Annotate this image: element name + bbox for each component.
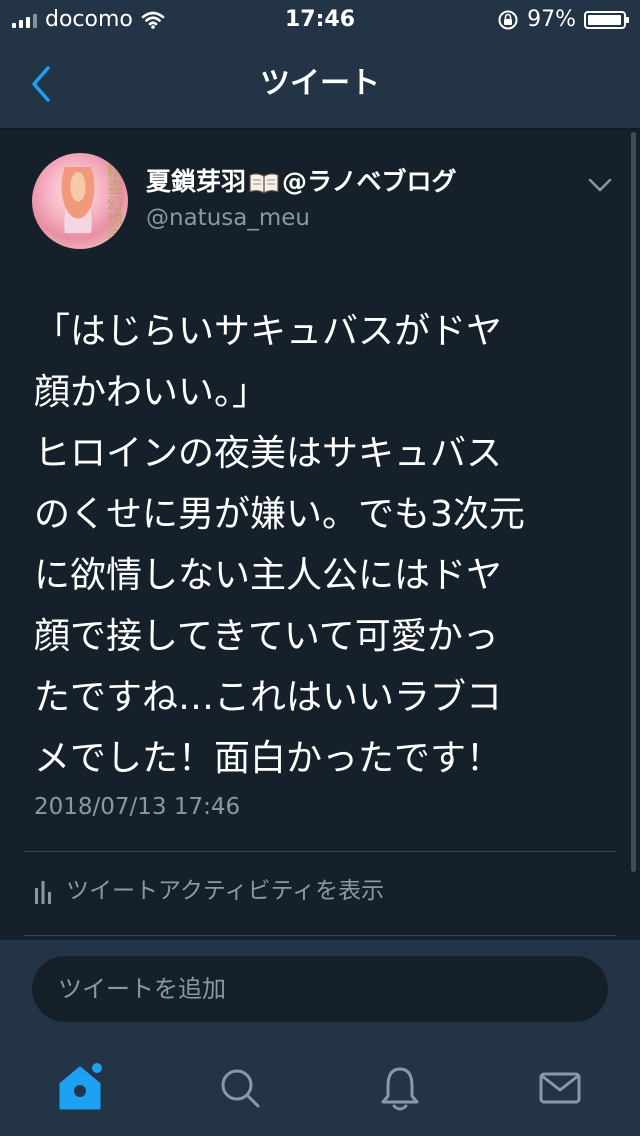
tweet-activity-label: ツイートアクティビティを表示 bbox=[66, 878, 385, 904]
author-handle[interactable]: @natusa_meu bbox=[146, 204, 310, 232]
rotation-lock-icon bbox=[498, 10, 518, 30]
tab-search[interactable] bbox=[210, 1058, 270, 1118]
divider bbox=[24, 935, 616, 936]
divider bbox=[24, 851, 616, 852]
search-icon bbox=[221, 1069, 260, 1108]
tab-bar bbox=[0, 1040, 640, 1136]
bar-chart-icon bbox=[35, 881, 51, 904]
reply-input[interactable] bbox=[32, 956, 608, 1022]
avatar-lettering: 精霊幻想学 bbox=[104, 163, 123, 243]
status-right: 97% bbox=[497, 7, 629, 33]
bell-icon bbox=[381, 1067, 419, 1111]
tweet-text: 「はじらいサキュバスがドヤ 顔かわいい。」 ヒロインの夜美はサキュバス のくせに… bbox=[34, 311, 525, 779]
tab-messages[interactable] bbox=[530, 1058, 590, 1118]
avatar-character bbox=[54, 167, 102, 233]
avatar[interactable]: 精霊幻想学 bbox=[32, 153, 128, 249]
home-icon bbox=[59, 1063, 102, 1110]
battery-icon bbox=[584, 11, 629, 29]
envelope-icon bbox=[539, 1072, 581, 1104]
battery-percent: 97% bbox=[527, 7, 576, 32]
status-bar: docomo 17:46 97% bbox=[0, 0, 640, 40]
open-book-icon bbox=[249, 171, 279, 194]
tweet-activity-link[interactable]: ツイートアクティビティを表示 bbox=[34, 877, 384, 905]
author-name-prefix: 夏鎖芽羽 bbox=[146, 167, 247, 196]
scrollbar[interactable] bbox=[631, 132, 636, 872]
tweet-timestamp: 2018/07/13 17:46 bbox=[34, 794, 241, 820]
page-title: ツイート bbox=[260, 66, 380, 101]
author-name-suffix: @ラノベブログ bbox=[282, 167, 457, 196]
tweet-detail: 精霊幻想学 夏鎖芽羽 @ラノベブログ @natusa_meu 「はじらいサキュバ… bbox=[0, 129, 640, 939]
tab-home[interactable] bbox=[50, 1058, 110, 1118]
chevron-down-icon bbox=[588, 178, 612, 192]
more-options-button[interactable] bbox=[588, 177, 612, 193]
reply-bar bbox=[0, 940, 640, 1040]
navigation-bar: ツイート bbox=[0, 40, 640, 129]
author-name[interactable]: 夏鎖芽羽 @ラノベブログ bbox=[146, 167, 457, 197]
tab-notifications[interactable] bbox=[370, 1058, 430, 1118]
